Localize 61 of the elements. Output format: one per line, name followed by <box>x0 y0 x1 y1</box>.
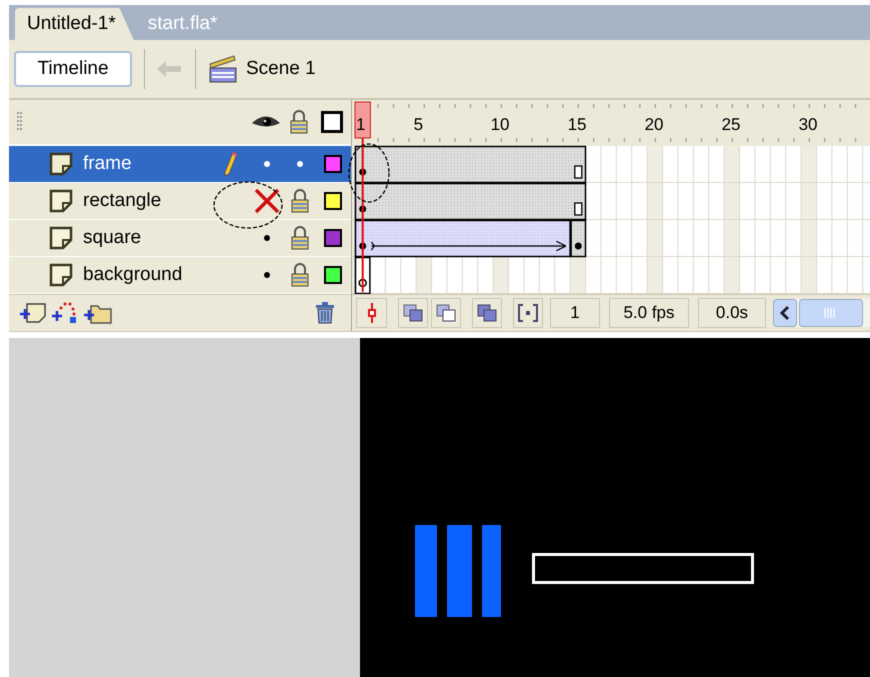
layer-row[interactable]: frame <box>9 146 351 183</box>
layer-page-icon <box>48 226 75 250</box>
overlapping-squares-icon <box>436 304 456 322</box>
add-guide-icon[interactable] <box>51 302 79 324</box>
onion-skin-button[interactable] <box>398 298 428 328</box>
add-layer-icon[interactable] <box>19 302 47 324</box>
edit-multiple-frames-button[interactable] <box>472 298 502 328</box>
lock-icon[interactable] <box>289 110 309 134</box>
playhead-icon <box>366 303 376 323</box>
frame-number: 25 <box>722 115 741 134</box>
layer-name: frame <box>83 152 132 176</box>
playhead[interactable] <box>354 102 371 292</box>
layer-page-icon <box>48 152 75 176</box>
scroll-thumb[interactable] <box>799 299 863 327</box>
layer-name: background <box>83 262 182 287</box>
lock-icon[interactable] <box>290 226 310 250</box>
layer-page-icon <box>48 188 75 214</box>
grip-icon[interactable] <box>17 112 23 132</box>
horizontal-scrollbar[interactable] <box>773 299 870 327</box>
lock-icon[interactable] <box>290 189 310 213</box>
frame-span[interactable] <box>354 220 571 258</box>
frame-number: 20 <box>644 115 664 134</box>
elapsed-time-field: 0.0s <box>698 298 766 328</box>
outline-color-swatch[interactable] <box>324 192 342 210</box>
scroll-left-icon[interactable] <box>773 299 797 327</box>
layer-name: square <box>83 226 142 250</box>
trash-icon[interactable] <box>315 302 335 324</box>
frame-number: 30 <box>798 115 818 134</box>
layer-name: rectangle <box>83 188 162 213</box>
frame-number: 10 <box>490 115 510 134</box>
scene-label: Scene 1 <box>246 56 316 81</box>
timeline-button[interactable]: Timeline <box>14 51 132 87</box>
frame-number: 1 <box>356 115 366 134</box>
outline-color-swatch[interactable] <box>324 155 342 173</box>
onion-skin-outline-button[interactable] <box>431 298 461 328</box>
layer-row[interactable]: rectangle <box>9 183 351 220</box>
layer-row[interactable]: square <box>9 220 351 257</box>
outline-icon[interactable] <box>321 111 343 133</box>
layer-row[interactable]: background <box>9 257 351 294</box>
lock-icon[interactable] <box>290 263 310 287</box>
pencil-icon <box>224 151 238 177</box>
frame-span[interactable] <box>354 146 586 184</box>
annotation-circle <box>212 180 284 230</box>
frame-span[interactable] <box>354 182 586 220</box>
document-tab[interactable]: Untitled-1* <box>15 8 134 40</box>
current-frame-field: 1 <box>550 298 600 328</box>
brackets-icon <box>518 304 538 322</box>
overlapping-squares-icon <box>403 304 423 322</box>
overlapping-squares-icon <box>477 304 497 322</box>
modify-markers-button[interactable] <box>513 298 543 328</box>
frame-rate-field[interactable]: 5.0 fps <box>609 298 689 328</box>
frame-number: 15 <box>568 115 587 134</box>
clapperboard-icon <box>208 55 238 83</box>
layer-page-icon <box>48 262 75 288</box>
frame-span[interactable] <box>570 220 586 258</box>
annotation-circle <box>347 142 391 204</box>
center-frame-button[interactable] <box>356 298 387 328</box>
hidden-x-icon[interactable] <box>252 188 282 214</box>
frame-number: 5 <box>414 115 424 134</box>
outline-color-swatch[interactable] <box>324 229 342 247</box>
outline-color-swatch[interactable] <box>324 266 342 284</box>
